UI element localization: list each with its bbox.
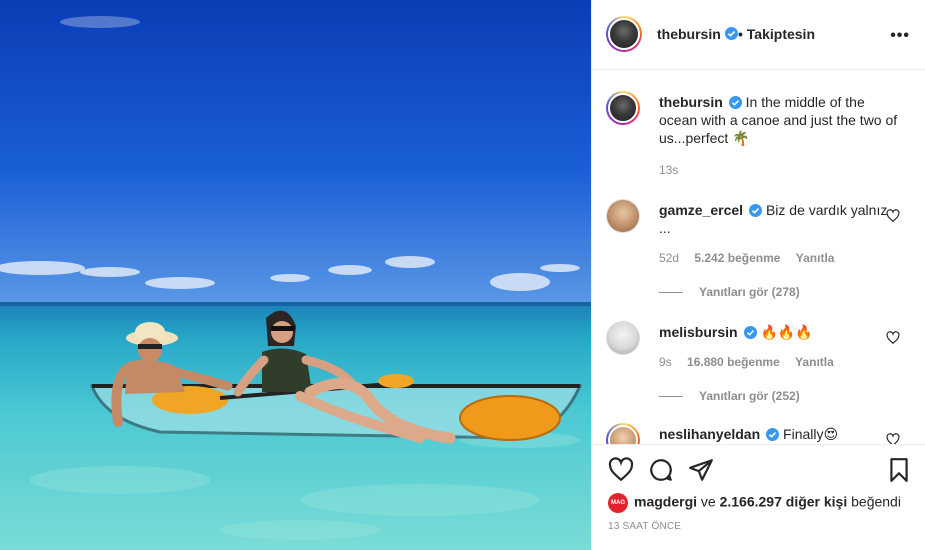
likes-suffix: beğendi — [851, 493, 901, 510]
verified-icon — [749, 204, 763, 217]
verified-icon — [743, 326, 757, 339]
reply-button[interactable]: Yanıtla — [796, 251, 835, 265]
heart-icon[interactable] — [608, 457, 634, 483]
comment-heart-icon[interactable] — [886, 209, 900, 223]
ocean-canoe-illustration — [0, 0, 591, 550]
comment-icon[interactable] — [648, 457, 674, 483]
comment-heart-icon[interactable] — [886, 433, 900, 444]
caption-meta: 13s — [659, 163, 690, 177]
verified-icon — [725, 27, 738, 40]
comment-meta: 9s 16.880 beğenme Yanıtla — [659, 355, 846, 369]
comment-likes[interactable]: 16.880 beğenme — [687, 355, 780, 369]
comment-avatar[interactable] — [606, 423, 640, 444]
author-avatar[interactable] — [606, 16, 642, 52]
comment-time[interactable]: 52d — [659, 251, 679, 265]
post-side-panel: thebursin • Takiptesin ••• thebursin In … — [591, 0, 925, 550]
comment-meta: 52d 5.242 beğenme Yanıtla — [659, 251, 846, 265]
post-actions-bar: MAG magdergi ve 2.166.297 diğer kişi beğe… — [592, 444, 925, 550]
comment-username[interactable]: neslihanyeldan — [659, 426, 760, 442]
post-photo[interactable] — [0, 0, 591, 550]
caption-time[interactable]: 13s — [659, 163, 678, 177]
comment-text-block: neslihanyeldan Finally😍 — [659, 425, 899, 443]
comment-avatar[interactable] — [606, 321, 640, 355]
bookmark-icon[interactable] — [886, 457, 912, 483]
comment-time[interactable]: 9s — [659, 355, 672, 369]
more-icon[interactable]: ••• — [890, 27, 910, 45]
liker-username[interactable]: magdergi — [634, 494, 697, 510]
reply-button[interactable]: Yanıtla — [795, 355, 834, 369]
view-replies-button[interactable]: Yanıtları gör (278) — [659, 285, 800, 299]
view-replies-label: Yanıtları gör (252) — [699, 389, 800, 403]
comment-text-block: melisbursin 🔥🔥🔥 — [659, 323, 899, 341]
post-timestamp[interactable]: 13 SAAT ÖNCE — [608, 521, 681, 532]
view-replies-button[interactable]: Yanıtları gör (252) — [659, 389, 800, 403]
likes-count[interactable]: 2.166.297 diğer kişi — [720, 494, 848, 510]
liker-avatar[interactable]: MAG — [608, 493, 628, 513]
comment-username[interactable]: gamze_ercel — [659, 202, 743, 218]
comment-likes[interactable]: 5.242 beğenme — [694, 251, 780, 265]
comments-list[interactable]: thebursin In the middle of the ocean wit… — [592, 71, 925, 444]
caption-username[interactable]: thebursin — [659, 94, 723, 110]
replies-divider — [659, 396, 683, 398]
follow-status-button[interactable]: • Takiptesin — [738, 26, 815, 42]
comment-text: Finally😍 — [783, 426, 839, 442]
comment-heart-icon[interactable] — [886, 331, 900, 345]
share-icon[interactable] — [688, 457, 714, 483]
comment-text: 🔥🔥🔥 — [760, 324, 813, 340]
verified-icon — [766, 428, 780, 441]
view-replies-label: Yanıtları gör (278) — [699, 285, 800, 299]
likes-connector: ve — [700, 493, 716, 510]
comment-text-block: gamze_ercel Biz de vardık yalnız ... — [659, 201, 899, 237]
post-header: thebursin • Takiptesin ••• — [592, 0, 925, 70]
caption-avatar[interactable] — [606, 91, 640, 125]
comment-avatar[interactable] — [606, 199, 640, 233]
verified-icon — [728, 96, 742, 109]
likes-summary: MAG magdergi ve 2.166.297 diğer kişi beğe… — [608, 493, 901, 513]
author-username[interactable]: thebursin — [657, 26, 721, 42]
caption-text-block: thebursin In the middle of the ocean wit… — [659, 93, 899, 147]
comment-username[interactable]: melisbursin — [659, 324, 738, 340]
replies-divider — [659, 292, 683, 294]
